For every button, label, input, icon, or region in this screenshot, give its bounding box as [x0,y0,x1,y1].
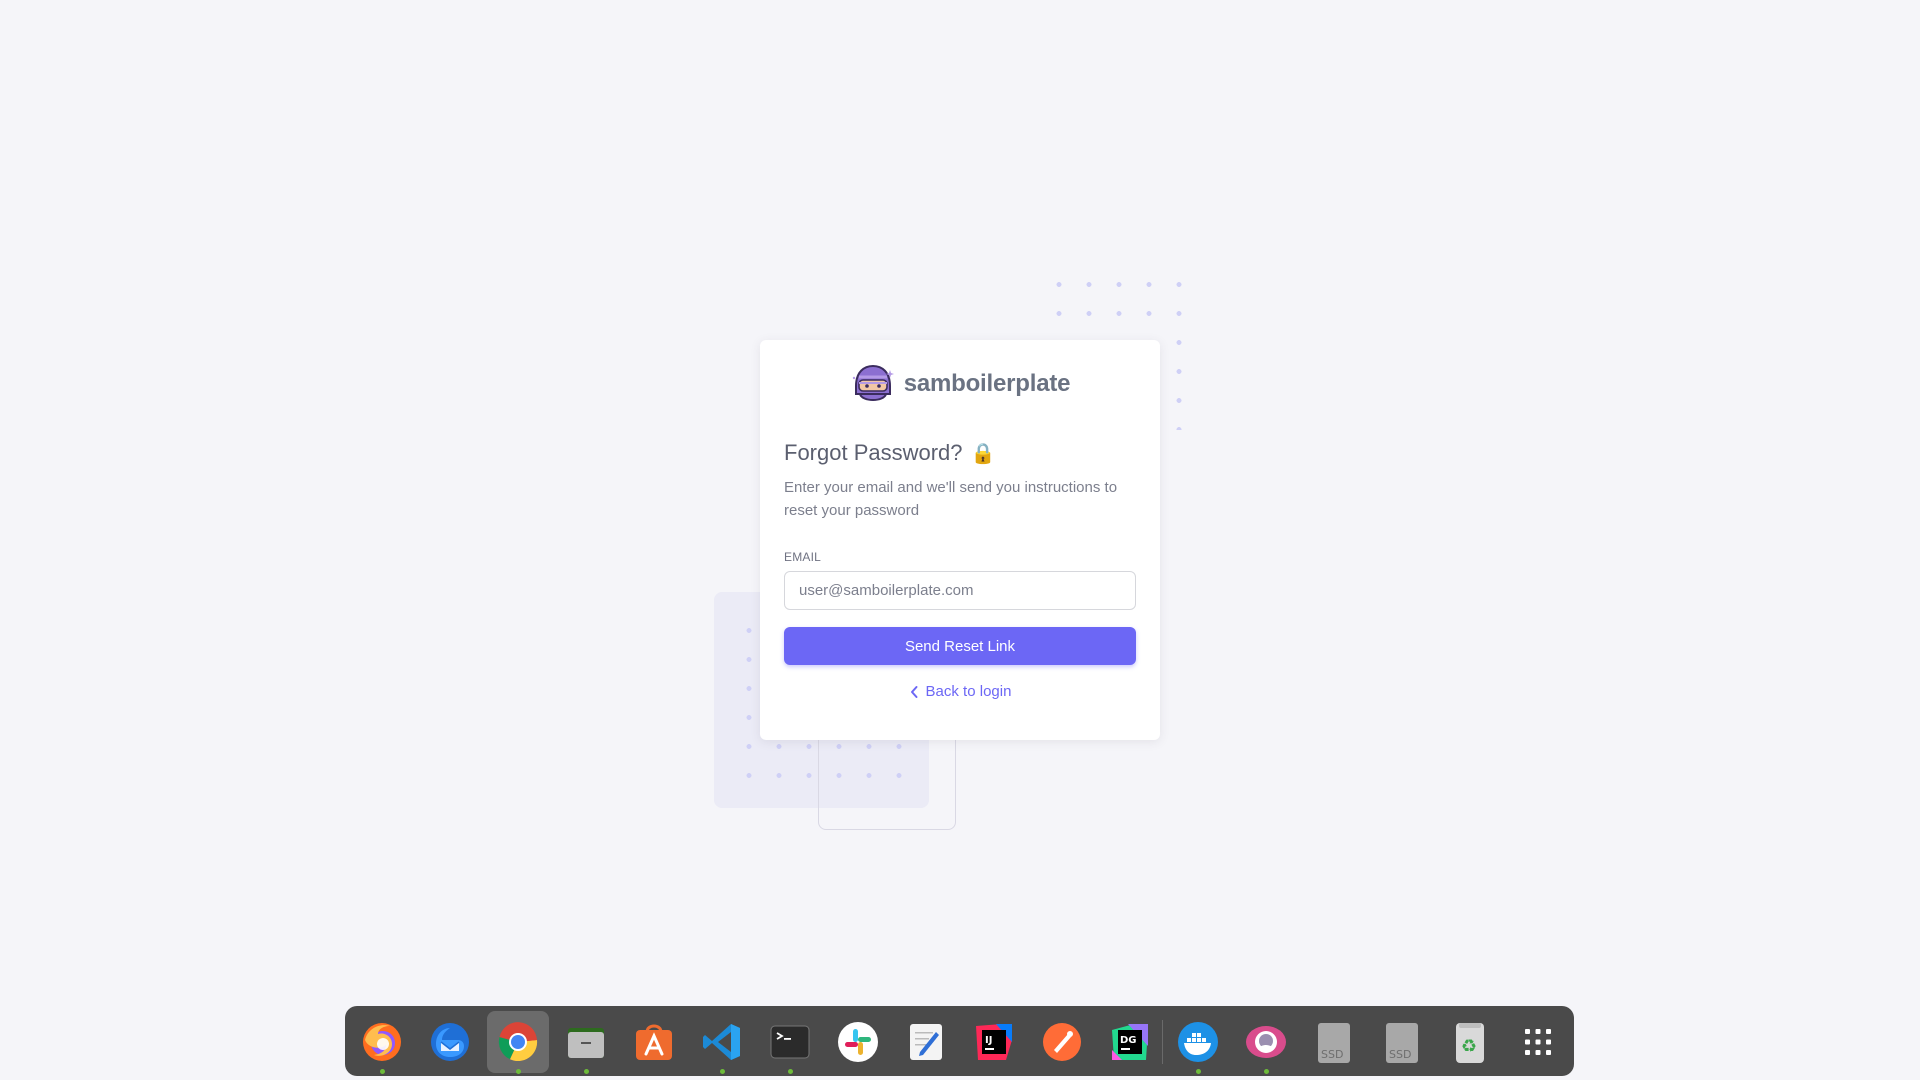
forgot-password-card: samboilerplate Forgot Password? 🔒 Enter … [760,340,1160,740]
page-title: Forgot Password? 🔒 [784,440,1136,466]
vscode-icon [703,1024,740,1060]
running-indicator [516,1069,521,1074]
dock-item-vscode[interactable] [691,1011,753,1074]
svg-text:SSD: SSD [1321,1048,1343,1061]
email-input[interactable] [784,571,1136,610]
intellij-icon: IJ [976,1024,1012,1060]
dock-item-intellij[interactable]: IJ [963,1011,1025,1073]
dock: IJ DG SSD SSD ♻ [345,1006,1574,1076]
dock-item-text-editor[interactable] [895,1011,957,1073]
svg-text:SSD: SSD [1389,1048,1411,1061]
terminal-icon [770,1025,810,1059]
svg-text:DG: DG [1120,1035,1137,1046]
running-indicator [584,1069,589,1074]
back-to-login-label: Back to login [925,683,1012,700]
ninja-logo-icon [852,364,894,403]
page-title-text: Forgot Password? [784,440,963,465]
dock-item-app-grid[interactable] [1507,1011,1569,1073]
running-indicator [788,1069,793,1074]
dock-item-app-center[interactable] [623,1011,685,1073]
brand-name: samboilerplate [903,370,1071,397]
postman-icon [1043,1023,1081,1061]
trash-icon: ♻ [1456,1023,1484,1063]
dock-item-ssd-1[interactable]: SSD [1303,1011,1365,1073]
dock-item-postman[interactable] [1031,1011,1093,1073]
running-indicator [1196,1069,1201,1074]
dock-item-chrome[interactable] [487,1011,549,1074]
chrome-icon [498,1022,538,1062]
dock-separator [1162,1020,1163,1064]
dock-item-slack[interactable] [827,1011,889,1073]
files-icon [568,1028,604,1058]
lock-icon: 🔒 [970,442,996,465]
page-subtitle: Enter your email and we'll send you inst… [784,479,1118,519]
thunderbird-icon [431,1023,469,1061]
ssd-drive-icon: SSD [1318,1023,1350,1063]
running-indicator [1264,1069,1269,1074]
app-center-icon [636,1024,672,1060]
datagrip-icon: DG [1112,1024,1148,1060]
send-reset-link-button[interactable]: Send Reset Link [784,627,1136,665]
svg-text:♻: ♻ [1461,1036,1477,1057]
dock-item-docker[interactable] [1167,1011,1229,1074]
running-indicator [380,1069,385,1074]
app-grid-icon [1525,1029,1551,1055]
dock-item-thunderbird[interactable] [419,1011,481,1073]
docker-icon [1178,1022,1218,1062]
dock-item-terminal[interactable] [759,1011,821,1074]
dock-item-gitkraken[interactable] [1235,1011,1297,1074]
dock-item-firefox[interactable] [351,1011,413,1074]
slack-icon [838,1022,878,1062]
dock-item-files[interactable] [555,1011,617,1074]
dock-item-datagrip[interactable]: DG [1099,1011,1161,1073]
back-to-login-link[interactable]: Back to login [784,683,1136,700]
brand: samboilerplate [784,360,1136,408]
svg-text:IJ: IJ [985,1035,992,1046]
text-editor-icon [910,1024,942,1060]
running-indicator [720,1069,725,1074]
firefox-icon [363,1023,401,1061]
ssd-drive-icon: SSD [1386,1023,1418,1063]
email-label: EMAIL [784,550,822,564]
dock-item-trash[interactable]: ♻ [1439,1011,1501,1073]
gitkraken-icon [1246,1026,1286,1058]
chevron-left-icon [910,685,918,698]
dock-item-ssd-2[interactable]: SSD [1371,1011,1433,1073]
